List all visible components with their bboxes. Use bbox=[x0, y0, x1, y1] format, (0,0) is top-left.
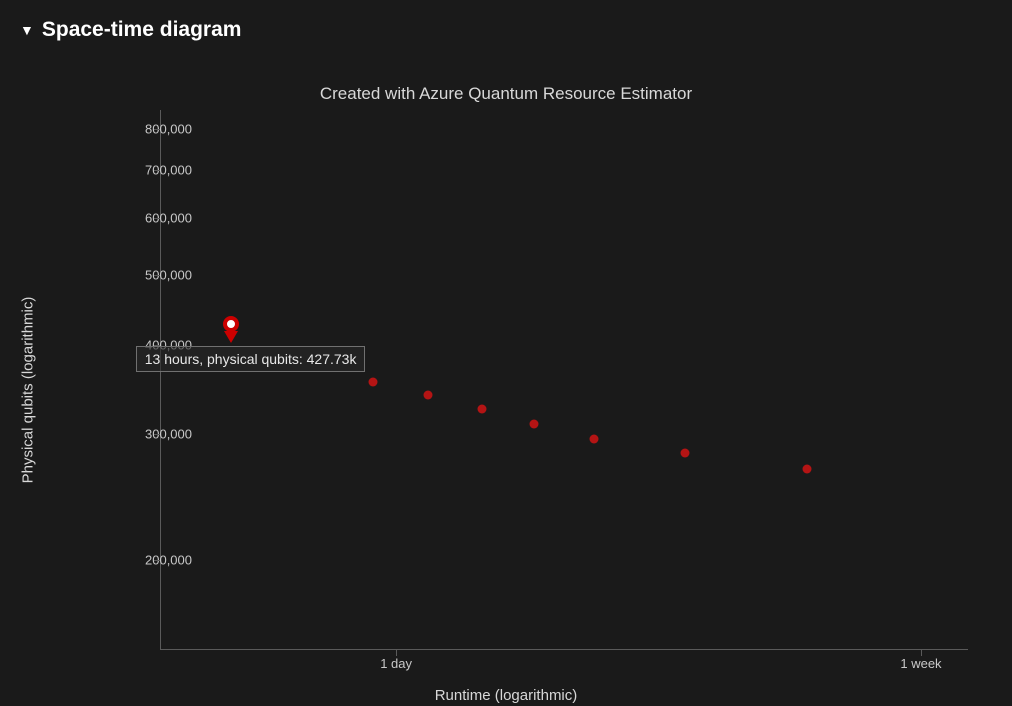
data-point[interactable] bbox=[423, 391, 432, 400]
y-tick-label: 500,000 bbox=[145, 268, 192, 283]
data-point[interactable] bbox=[478, 405, 487, 414]
y-tick-mark bbox=[154, 434, 160, 435]
data-point[interactable] bbox=[680, 449, 689, 458]
y-tick-mark bbox=[154, 275, 160, 276]
y-tick-label: 200,000 bbox=[145, 553, 192, 568]
highlight-marker-tail bbox=[224, 331, 238, 343]
x-tick-mark bbox=[921, 650, 922, 656]
x-tick-label: 1 week bbox=[900, 656, 941, 671]
data-point[interactable] bbox=[223, 316, 239, 332]
data-point[interactable] bbox=[590, 435, 599, 444]
chevron-down-icon: ▼ bbox=[20, 22, 34, 38]
y-tick-mark bbox=[154, 560, 160, 561]
chart-container: Created with Azure Quantum Resource Esti… bbox=[0, 52, 1012, 692]
y-tick-label: 400,000 bbox=[145, 337, 192, 352]
section-title: Space-time diagram bbox=[42, 18, 242, 42]
y-tick-label: 600,000 bbox=[145, 211, 192, 226]
y-tick-mark bbox=[154, 129, 160, 130]
data-point[interactable] bbox=[368, 377, 377, 386]
data-point[interactable] bbox=[802, 465, 811, 474]
y-tick-mark bbox=[154, 218, 160, 219]
y-tick-mark bbox=[154, 345, 160, 346]
x-tick-label: 1 day bbox=[380, 656, 412, 671]
x-tick-mark bbox=[396, 650, 397, 656]
y-tick-label: 700,000 bbox=[145, 163, 192, 178]
y-tick-label: 300,000 bbox=[145, 427, 192, 442]
plot-area[interactable] bbox=[160, 110, 968, 650]
y-tick-mark bbox=[154, 170, 160, 171]
data-point[interactable] bbox=[529, 420, 538, 429]
chart-title: Created with Azure Quantum Resource Esti… bbox=[320, 84, 692, 104]
x-axis-label: Runtime (logarithmic) bbox=[435, 687, 578, 704]
y-tick-label: 800,000 bbox=[145, 121, 192, 136]
section-header[interactable]: ▼ Space-time diagram bbox=[0, 0, 1012, 52]
y-axis-label: Physical qubits (logarithmic) bbox=[20, 297, 37, 484]
